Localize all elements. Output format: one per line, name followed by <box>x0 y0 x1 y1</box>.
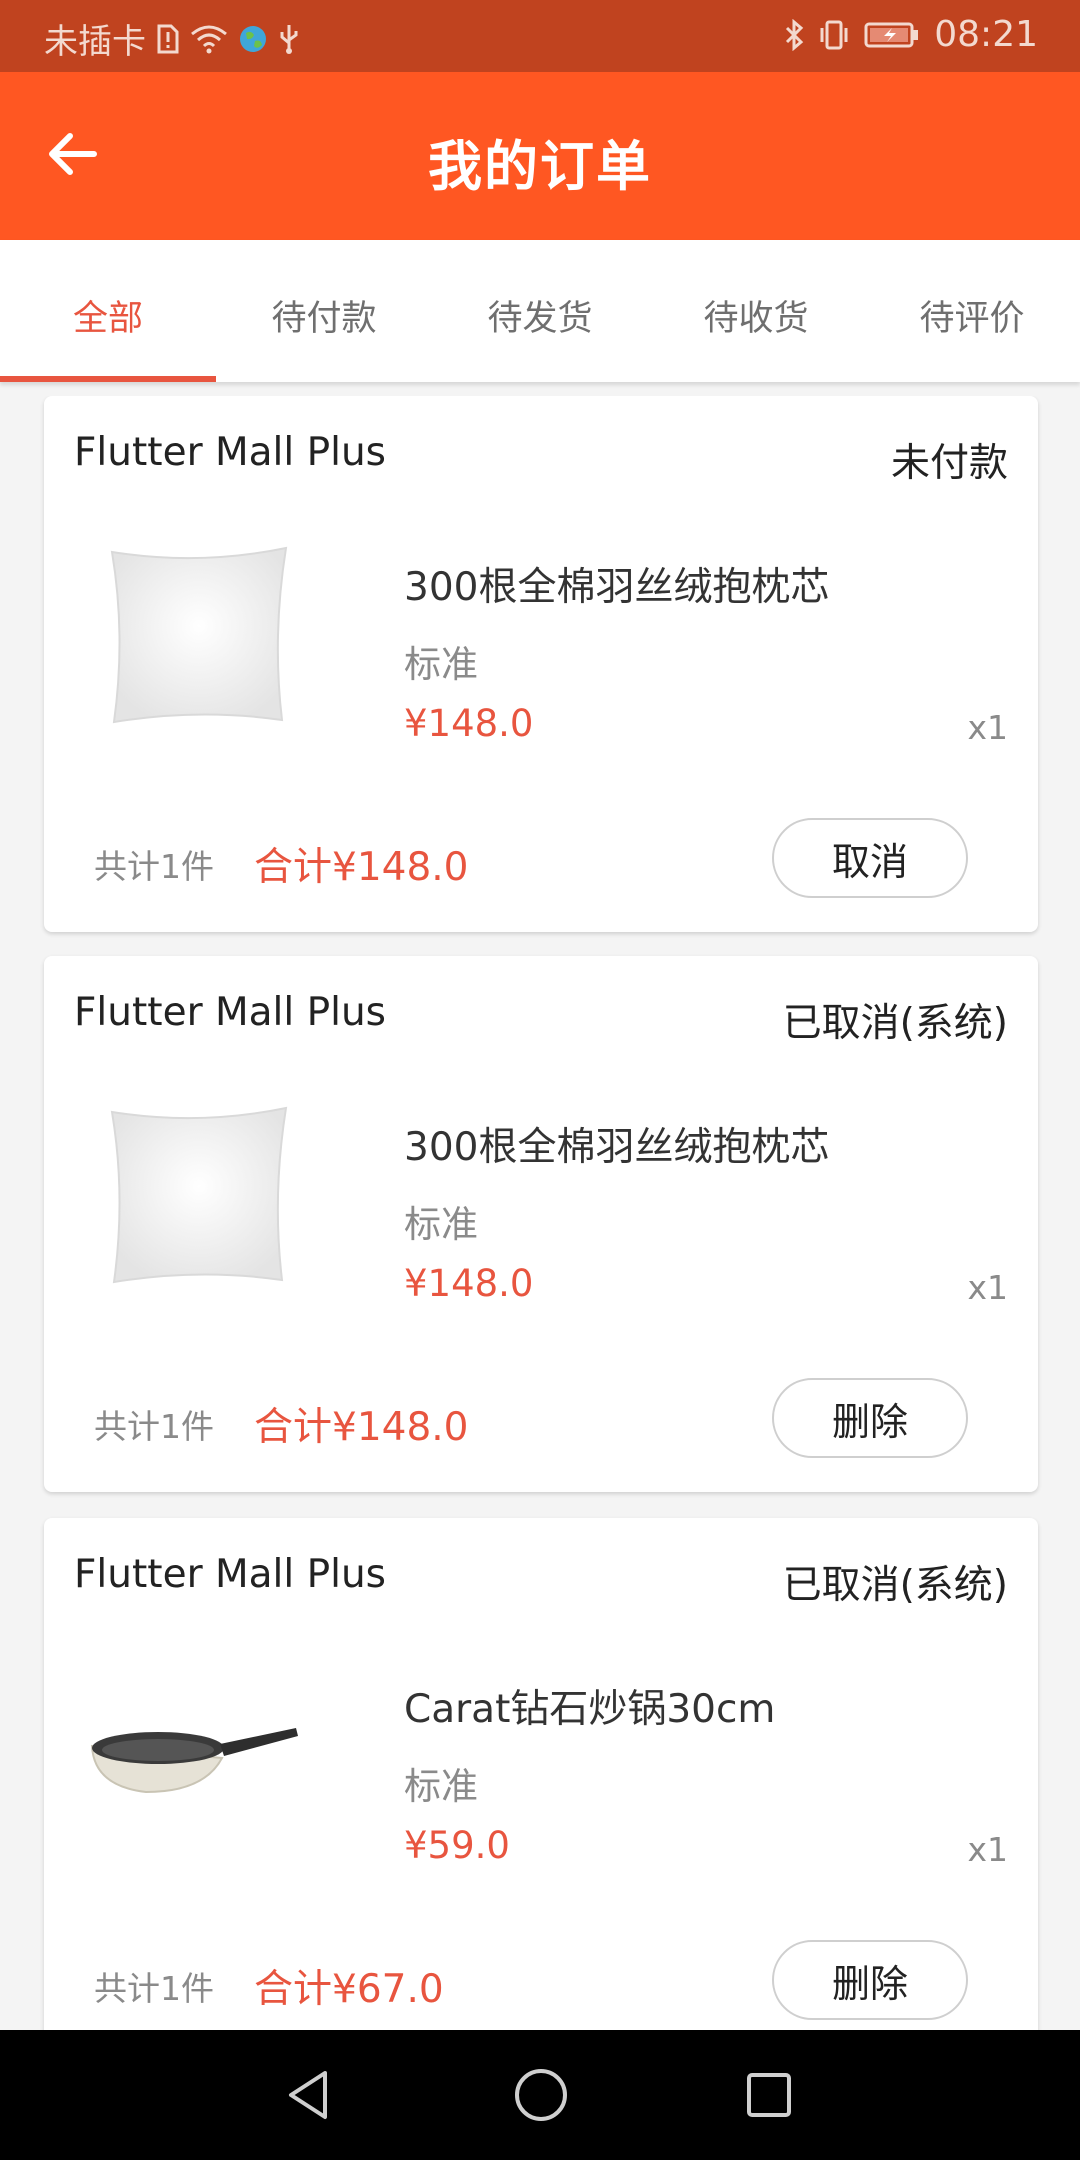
system-nav-bar <box>0 2030 1080 2160</box>
nav-back-button[interactable] <box>274 2062 344 2132</box>
nav-home-button[interactable] <box>506 2062 576 2132</box>
carrier-label: 未插卡 <box>44 22 146 62</box>
product-spec: 标准 <box>404 1765 478 1808</box>
order-status: 未付款 <box>890 441 1008 486</box>
clock: 08:21 <box>934 14 1038 55</box>
status-right: 08:21 <box>784 14 1038 55</box>
nav-recents-button[interactable] <box>734 2062 804 2132</box>
product-price: ¥148.0 <box>404 1262 534 1305</box>
product-spec: 标准 <box>404 1203 478 1246</box>
tab-pending-payment[interactable]: 待付款 <box>216 240 432 382</box>
order-total: 合计¥67.0 <box>254 1967 444 2012</box>
item-count: 共计1件 <box>94 847 214 886</box>
tab-pending-review[interactable]: 待评价 <box>864 240 1080 382</box>
cancel-order-button[interactable]: 取消 <box>772 818 968 898</box>
item-count: 共计1件 <box>94 1969 214 2008</box>
order-card[interactable]: Flutter Mall Plus 已取消(系统) 300根全棉羽丝绒抱枕芯 标… <box>44 956 1038 1492</box>
order-total: 合计¥148.0 <box>254 1405 469 1450</box>
product-name: 300根全棉羽丝绒抱枕芯 <box>404 1125 830 1170</box>
shop-name: Flutter Mall Plus <box>74 430 386 475</box>
product-spec: 标准 <box>404 643 478 686</box>
back-triangle-icon <box>281 2067 337 2127</box>
product-name: 300根全棉羽丝绒抱枕芯 <box>404 565 830 610</box>
shop-name: Flutter Mall Plus <box>74 990 386 1035</box>
app-bar: 我的订单 <box>0 72 1080 240</box>
sim-alert-icon <box>156 24 180 54</box>
product-price: ¥59.0 <box>404 1824 510 1867</box>
tab-pending-shipment[interactable]: 待发货 <box>432 240 648 382</box>
product-quantity: x1 <box>967 1268 1008 1307</box>
order-status: 已取消(系统) <box>782 1001 1008 1046</box>
order-card[interactable]: Flutter Mall Plus 未付款 300根全棉羽丝绒抱枕芯 标准 ¥1… <box>44 396 1038 932</box>
recents-square-icon <box>741 2067 797 2127</box>
order-status: 已取消(系统) <box>782 1563 1008 1608</box>
globe-icon <box>238 24 268 54</box>
product-image[interactable] <box>94 536 304 736</box>
tab-pending-receipt[interactable]: 待收货 <box>648 240 864 382</box>
product-quantity: x1 <box>967 708 1008 747</box>
product-image[interactable] <box>84 1658 304 1858</box>
order-tabs: 全部 待付款 待发货 待收货 待评价 <box>0 240 1080 382</box>
product-image[interactable] <box>94 1096 304 1296</box>
product-quantity: x1 <box>967 1830 1008 1869</box>
delete-order-button[interactable]: 删除 <box>772 1378 968 1458</box>
battery-charging-icon <box>864 20 920 50</box>
page-title: 我的订单 <box>428 135 652 198</box>
item-count: 共计1件 <box>94 1407 214 1446</box>
order-card[interactable]: Flutter Mall Plus 已取消(系统) Carat钻石炒锅30cm … <box>44 1518 1038 2030</box>
bluetooth-icon <box>784 18 804 51</box>
order-list[interactable]: Flutter Mall Plus 未付款 300根全棉羽丝绒抱枕芯 标准 ¥1… <box>0 396 1080 2030</box>
order-total: 合计¥148.0 <box>254 845 469 890</box>
tab-all[interactable]: 全部 <box>0 240 216 382</box>
product-price: ¥148.0 <box>404 702 534 745</box>
vibrate-icon <box>818 19 850 51</box>
wifi-icon <box>190 24 228 54</box>
product-name: Carat钻石炒锅30cm <box>404 1687 776 1732</box>
home-circle-icon <box>511 2065 571 2129</box>
delete-order-button[interactable]: 删除 <box>772 1940 968 2020</box>
status-bar: 未插卡 08:21 <box>0 0 1080 72</box>
shop-name: Flutter Mall Plus <box>74 1552 386 1597</box>
usb-icon <box>278 23 300 55</box>
status-left: 未插卡 <box>44 14 300 63</box>
